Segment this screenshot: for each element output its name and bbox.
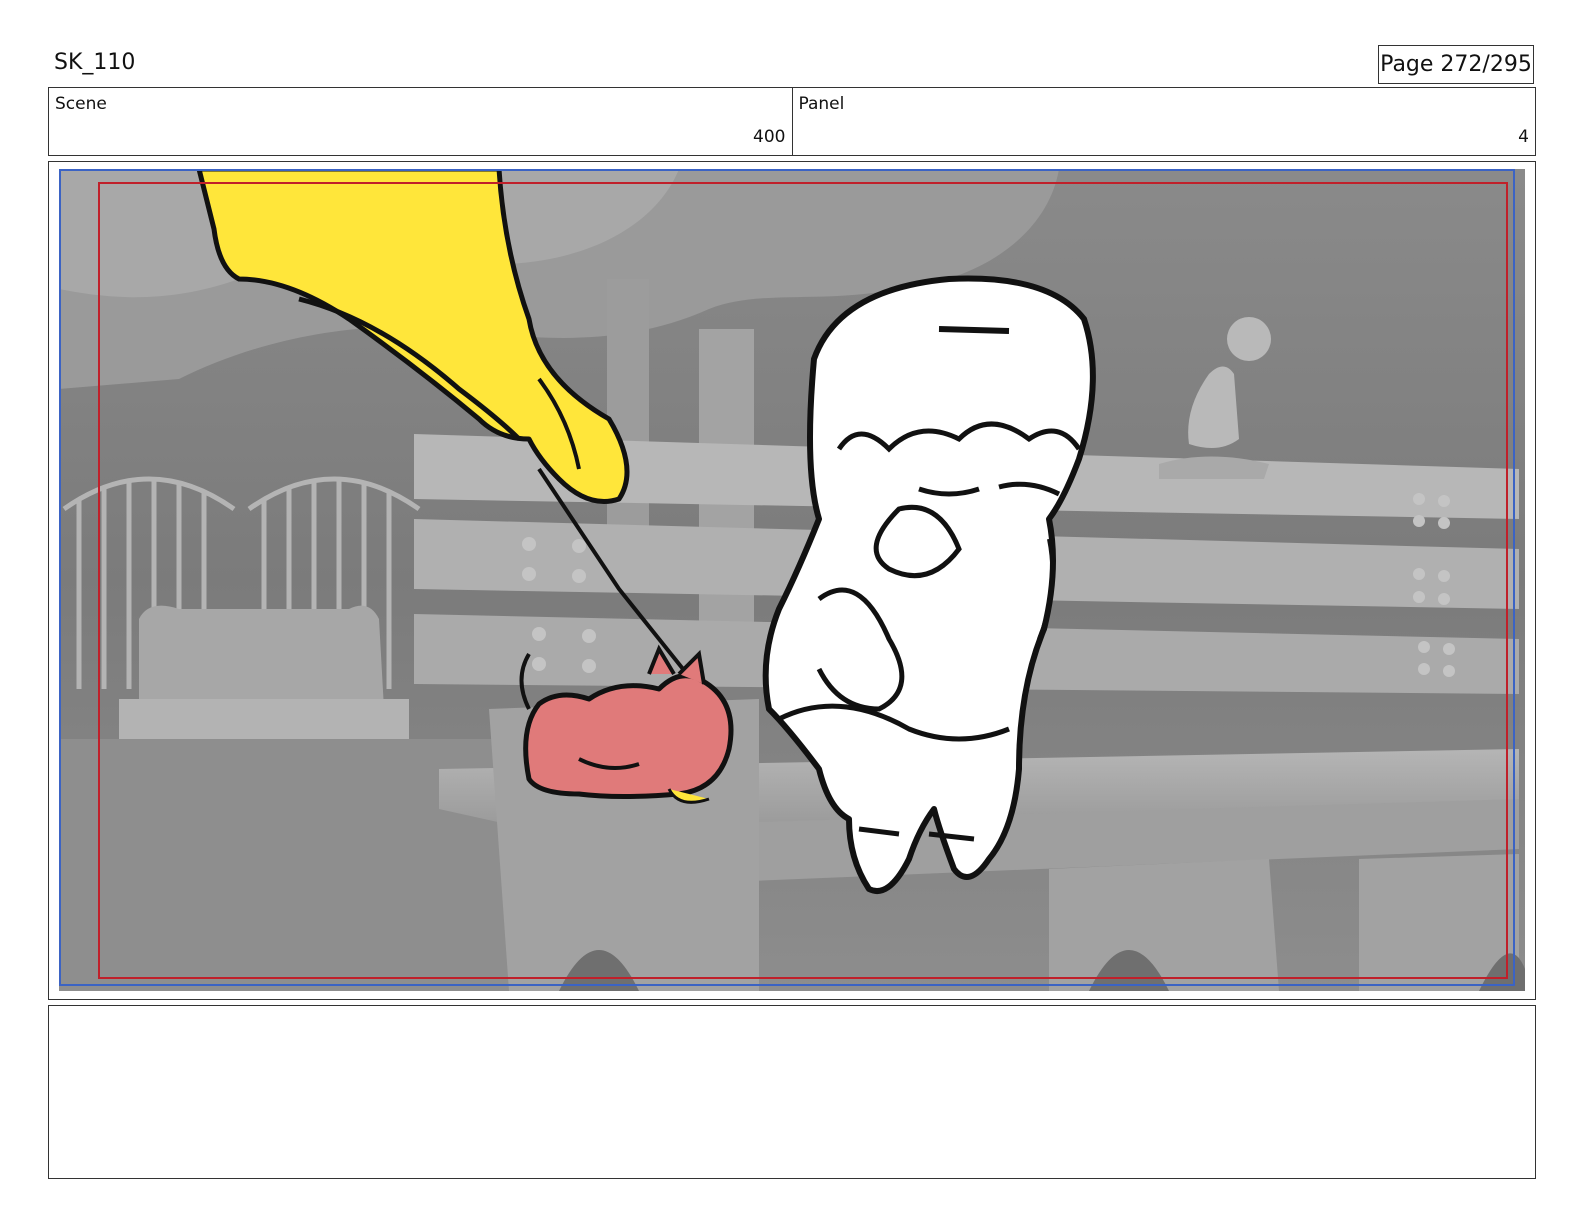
panel-cell: Panel 4 [791, 88, 1536, 155]
scene-cell: Scene 400 [49, 88, 792, 155]
panel-label: Panel [798, 94, 845, 114]
sequence-id: SK_110 [54, 50, 136, 75]
scene-label: Scene [55, 94, 107, 114]
scene-panel-info: Scene 400 Panel 4 [48, 87, 1536, 156]
background-bench [139, 605, 384, 709]
storyboard-drawing [59, 169, 1525, 991]
page-number: Page 272/295 [1378, 45, 1534, 84]
storyboard-frame [48, 161, 1536, 1000]
scene-number: 400 [753, 127, 786, 147]
tree-trunk [607, 279, 649, 559]
panel-number: 4 [1518, 127, 1529, 147]
notes-box [48, 1005, 1536, 1179]
